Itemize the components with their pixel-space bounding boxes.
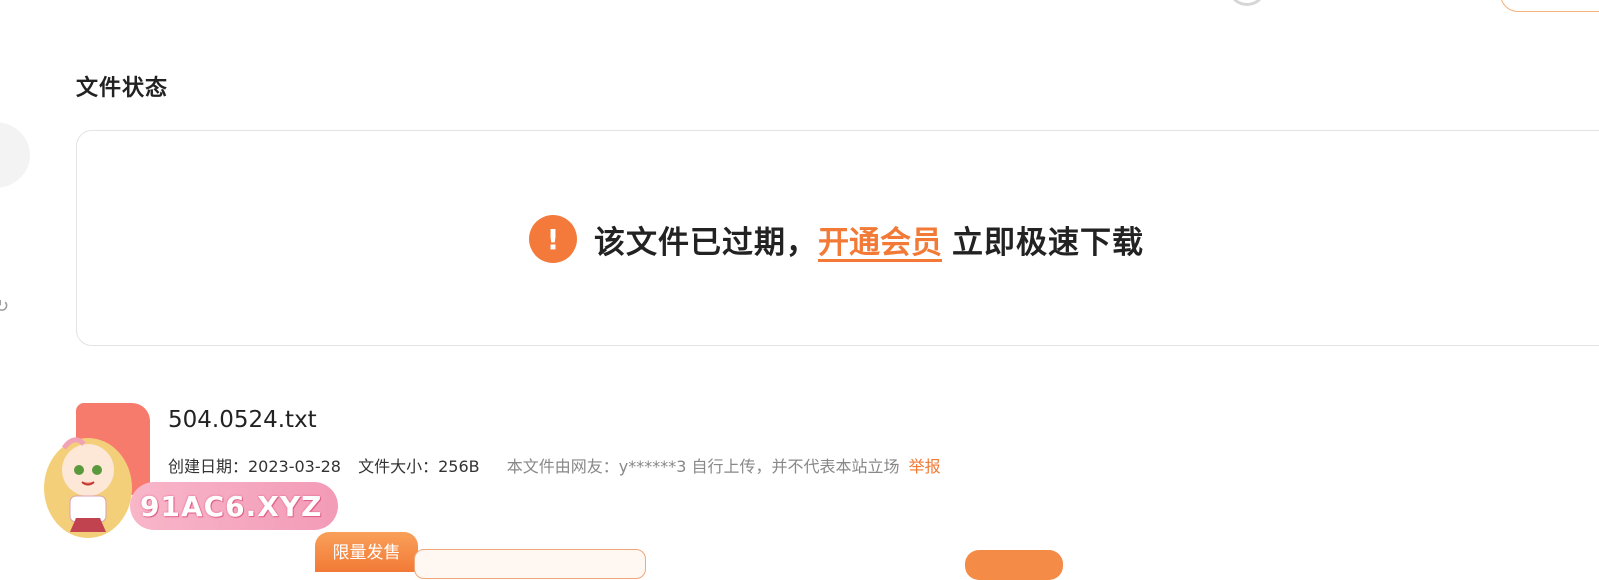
open-vip-link[interactable]: 开通会员 [818, 217, 942, 262]
file-name: 504.0524.txt [168, 407, 317, 433]
left-side-icon[interactable]: ↻ [0, 296, 9, 317]
uploader-note: 本文件由网友：y******3 自行上传，并不代表本站立场 [506, 457, 900, 476]
mascot-watermark-icon [44, 437, 132, 538]
watermark-banner: 91AC6.XYZ [130, 482, 338, 530]
status-message: ! 该文件已过期， 开通会员 立即极速下载 [529, 215, 1144, 263]
top-avatar-circle[interactable] [1230, 0, 1264, 6]
left-side-bubble[interactable] [0, 122, 30, 188]
watermark-text: 91AC6.XYZ [140, 489, 323, 523]
report-link[interactable]: 举报 [909, 457, 941, 476]
exclamation-icon: ! [529, 215, 577, 263]
limited-sale-badge: 限量发售 [315, 532, 418, 572]
expired-text: 该文件已过期， [594, 224, 818, 261]
download-text: 立即极速下载 [952, 224, 1144, 261]
file-size: 文件大小：256B [358, 457, 480, 476]
section-title: 文件状态 [76, 76, 169, 101]
created-date: 创建日期：2023-03-28 [168, 457, 341, 476]
promo-box[interactable] [414, 549, 646, 579]
top-action-button[interactable] [1500, 0, 1599, 12]
promo-button[interactable] [965, 550, 1063, 580]
file-meta: 创建日期：2023-03-28 文件大小：256B 本文件由网友：y******… [168, 453, 953, 477]
